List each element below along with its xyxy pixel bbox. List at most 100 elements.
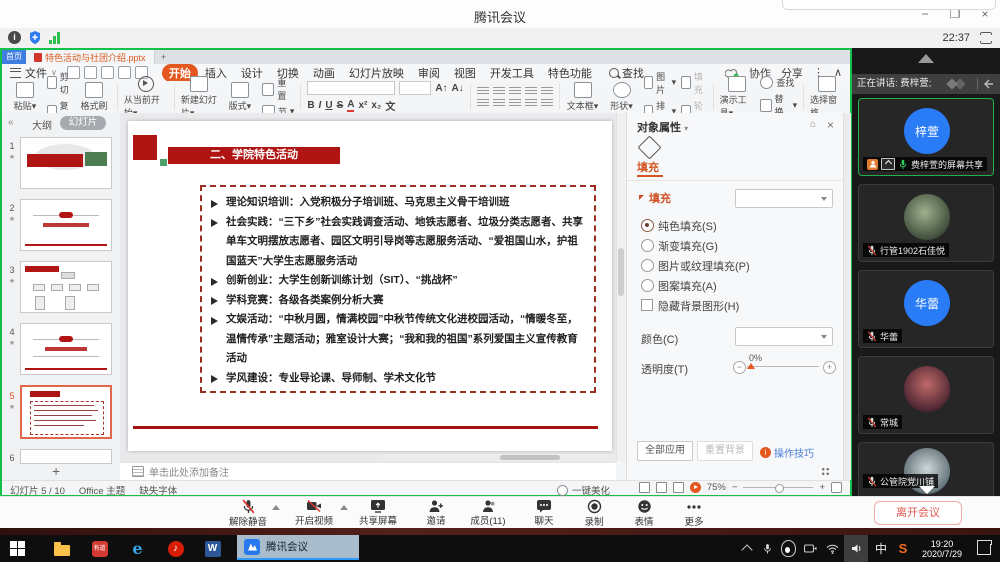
tab-developer[interactable]: 开发工具 bbox=[483, 64, 541, 82]
record-button[interactable]: 录制 bbox=[568, 499, 620, 528]
fullscreen-toggle-icon[interactable] bbox=[980, 32, 992, 44]
hide-background-checkbox[interactable] bbox=[641, 299, 653, 311]
slide-thumbnail-5-selected[interactable] bbox=[20, 385, 112, 439]
collapse-panel-arrow[interactable] bbox=[918, 54, 934, 63]
reading-view-icon[interactable] bbox=[673, 482, 684, 493]
align-left-icon[interactable] bbox=[477, 99, 489, 108]
transparency-slider[interactable] bbox=[747, 366, 819, 367]
tab-view[interactable]: 视图 bbox=[447, 64, 483, 82]
pattern-fill-radio[interactable] bbox=[641, 279, 654, 292]
zoom-in-button[interactable]: + bbox=[819, 482, 825, 493]
underline-button[interactable]: U bbox=[325, 100, 332, 111]
find-tab[interactable]: 查找 bbox=[609, 65, 644, 81]
align-center-icon[interactable] bbox=[493, 99, 505, 108]
tab-special-features[interactable]: 特色功能 bbox=[541, 64, 599, 82]
slide-sorter-icon[interactable] bbox=[656, 482, 667, 493]
fill-style-dropdown[interactable] bbox=[735, 189, 833, 208]
number-list-icon[interactable] bbox=[493, 87, 505, 96]
slide-thumbnail-3[interactable] bbox=[20, 261, 112, 313]
slides-tab[interactable]: 幻灯片 bbox=[60, 116, 106, 130]
cut-button[interactable]: 剪切 bbox=[47, 70, 72, 96]
slide-canvas[interactable]: 二、学院特色活动 理论知识培训：入党积极分子培训班、马克思主义骨干培训班 社会实… bbox=[128, 121, 612, 451]
find-button[interactable]: 查找 bbox=[760, 76, 797, 89]
fit-slide-icon[interactable] bbox=[831, 482, 842, 493]
fill-button[interactable]: 填充 bbox=[681, 70, 707, 96]
italic-button[interactable]: I bbox=[319, 100, 322, 111]
fill-tab[interactable]: 填充 bbox=[637, 159, 659, 175]
print-preview-icon[interactable] bbox=[101, 66, 114, 79]
solid-fill-radio[interactable] bbox=[641, 219, 654, 232]
participant-tile-5[interactable]: 公管院党川铺 bbox=[858, 442, 994, 496]
wps-logo[interactable]: 首页 bbox=[2, 50, 26, 64]
netease-music-button[interactable]: ♪ bbox=[166, 539, 185, 558]
notes-bar[interactable]: 单击此处添加备注 bbox=[120, 462, 616, 480]
members-button[interactable]: 成员(11) bbox=[462, 499, 514, 527]
file-explorer-button[interactable] bbox=[52, 539, 71, 558]
gradient-fill-radio[interactable] bbox=[641, 239, 654, 252]
line-spacing-icon[interactable] bbox=[541, 87, 553, 96]
increase-font-icon[interactable]: A↑ bbox=[435, 83, 447, 94]
picture-button[interactable]: 图片▾ bbox=[644, 70, 677, 96]
font-color-button[interactable]: A bbox=[347, 99, 354, 112]
vertical-scrollbar[interactable] bbox=[616, 113, 625, 462]
participant-tile-2[interactable]: 行管1902石佳悦 bbox=[858, 184, 994, 262]
more-button[interactable]: 更多 bbox=[668, 499, 720, 528]
network-security-shield-icon[interactable] bbox=[29, 31, 41, 44]
tips-link[interactable]: i操作技巧 bbox=[760, 445, 814, 460]
tray-audio-icon[interactable] bbox=[844, 535, 868, 562]
superscript-button[interactable]: x² bbox=[358, 100, 367, 111]
horizontal-scrollbar[interactable] bbox=[380, 454, 610, 461]
tab-slideshow[interactable]: 幻灯片放映 bbox=[342, 64, 411, 82]
align-right-icon[interactable] bbox=[509, 99, 521, 108]
reset-button[interactable]: 重置 bbox=[262, 76, 295, 102]
slideshow-play-icon[interactable] bbox=[690, 482, 701, 493]
indent-increase-icon[interactable] bbox=[525, 87, 537, 96]
beautify-button[interactable]: 一键美化 bbox=[572, 483, 610, 497]
transparency-minus[interactable]: − bbox=[733, 361, 746, 374]
audio-options-caret[interactable] bbox=[272, 505, 280, 510]
taskbar-clock[interactable]: 19:20 2020/7/29 bbox=[916, 535, 968, 562]
panel-switcher-icon[interactable] bbox=[821, 467, 830, 476]
collapse-panel-button[interactable]: « bbox=[8, 117, 14, 128]
slide-thumbnail-1[interactable] bbox=[20, 137, 112, 189]
indent-decrease-icon[interactable] bbox=[509, 87, 521, 96]
font-size-select[interactable] bbox=[399, 81, 431, 95]
tray-qq-icon[interactable] bbox=[780, 535, 796, 562]
theme-name[interactable]: Office 主题 bbox=[79, 483, 125, 497]
outline-tab[interactable]: 大纲 bbox=[32, 117, 52, 132]
bullet-list-icon[interactable] bbox=[477, 87, 489, 96]
zoom-out-button[interactable]: − bbox=[732, 482, 738, 493]
start-video-button[interactable]: 开启视频 bbox=[288, 499, 340, 527]
slide-thumbnail-2[interactable] bbox=[20, 199, 112, 251]
document-tab[interactable]: 特色活动与社团介绍.pptx bbox=[26, 50, 155, 64]
zoom-slider[interactable] bbox=[743, 487, 813, 488]
share-screen-button[interactable]: 共享屏幕 bbox=[352, 499, 404, 527]
slide-thumbnail-4[interactable] bbox=[20, 323, 112, 375]
section-expand-icon[interactable] bbox=[639, 195, 644, 200]
tray-mic-icon[interactable] bbox=[760, 535, 774, 562]
leave-meeting-button[interactable]: 离开会议 bbox=[874, 501, 962, 525]
font-name-select[interactable] bbox=[307, 81, 395, 95]
textbox-button[interactable]: 文本框▾ bbox=[566, 82, 600, 112]
meeting-info-icon[interactable]: i bbox=[8, 31, 21, 44]
color-dropdown[interactable] bbox=[735, 327, 833, 346]
strikethrough-button[interactable]: S bbox=[337, 100, 344, 111]
participant-tile-4[interactable]: 常城 bbox=[858, 356, 994, 434]
start-button[interactable] bbox=[8, 539, 27, 558]
youdao-dict-button[interactable]: 有道 bbox=[90, 539, 109, 558]
slide-content-box[interactable]: 理论知识培训：入党积极分子培训班、马克思主义骨干培训班 社会实践：“三下乡”社会… bbox=[200, 185, 596, 393]
ime-indicator[interactable]: 中 bbox=[872, 535, 890, 562]
close-panel-icon[interactable]: × bbox=[827, 118, 834, 132]
slide-thumbnail-6[interactable] bbox=[20, 449, 112, 464]
tray-expand-chevron[interactable] bbox=[740, 535, 754, 562]
taskbar-active-app[interactable]: 腾讯会议 bbox=[237, 535, 359, 560]
format-painter-button[interactable]: 格式刷 bbox=[77, 82, 111, 112]
participant-tile-1[interactable]: 梓萱 费梓萱的屏幕共享 bbox=[858, 98, 994, 176]
edge-browser-button[interactable]: e bbox=[128, 539, 147, 558]
transparency-slider-marker[interactable] bbox=[747, 363, 755, 369]
tray-wifi-icon[interactable] bbox=[824, 535, 840, 562]
reactions-button[interactable]: 表情 bbox=[618, 499, 670, 528]
picture-fill-radio[interactable] bbox=[641, 259, 654, 272]
new-document-tab-button[interactable]: + bbox=[155, 50, 173, 64]
justify-icon[interactable] bbox=[525, 99, 537, 108]
